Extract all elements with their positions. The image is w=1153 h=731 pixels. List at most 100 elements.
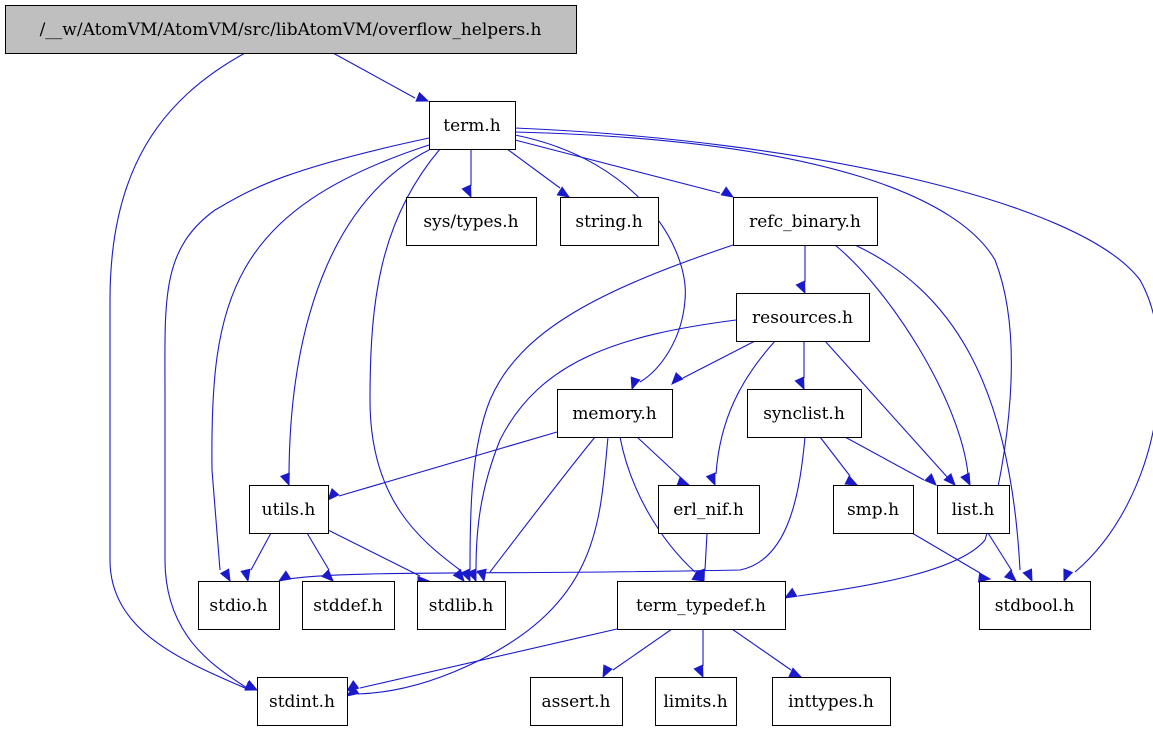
- edge-memory-to-utils: [327, 431, 558, 501]
- edge-line: [338, 431, 558, 497]
- node-label: stdbool.h: [995, 596, 1075, 616]
- node-label: stdint.h: [269, 692, 335, 712]
- edge-synclist-to-smp: [819, 436, 859, 486]
- node-label: erl_nif.h: [673, 500, 744, 520]
- arrowhead-icon: [461, 184, 472, 199]
- node-assert[interactable]: assert.h: [530, 677, 623, 726]
- arrowhead-icon: [240, 568, 251, 583]
- node-label: smp.h: [847, 500, 899, 520]
- arrowhead-icon: [345, 679, 360, 692]
- node-label: sys/types.h: [423, 212, 518, 232]
- node-smp[interactable]: smp.h: [833, 485, 914, 534]
- edge-synclist-to-list: [844, 436, 937, 486]
- include-graph: /__w/AtomVM/AtomVM/src/libAtomVM/overflo…: [5, 5, 1153, 726]
- node-label: list.h: [952, 500, 995, 520]
- node-sys-types[interactable]: sys/types.h: [406, 197, 537, 246]
- arrowhead-icon: [844, 475, 859, 486]
- edge-overflow_helpers-to-term: [332, 52, 430, 102]
- edge-line: [731, 628, 792, 671]
- node-string[interactable]: string.h: [560, 197, 659, 246]
- arrowhead-icon: [452, 568, 465, 583]
- node-list[interactable]: list.h: [937, 485, 1010, 534]
- edge-term-to-refc_binary: [514, 139, 735, 198]
- edge-line: [987, 532, 1013, 572]
- arrowhead-icon: [693, 664, 704, 679]
- edge-line: [506, 148, 561, 189]
- node-label: synclist.h: [763, 404, 845, 424]
- node-label: refc_binary.h: [749, 212, 861, 232]
- node-memory[interactable]: memory.h: [557, 389, 673, 438]
- node-label: stddef.h: [313, 596, 382, 616]
- edge-utils-to-stdio: [240, 532, 272, 583]
- edge-smp-to-stdbool: [911, 532, 992, 583]
- node-inttypes[interactable]: inttypes.h: [772, 677, 891, 726]
- arrowhead-icon: [327, 487, 340, 501]
- edge-resources-to-stdlib: [466, 319, 737, 583]
- node-label: stdlib.h: [429, 596, 494, 616]
- arrowhead-icon: [671, 371, 684, 385]
- node-label: term.h: [443, 116, 501, 136]
- node-limits[interactable]: limits.h: [655, 677, 737, 726]
- node-synclist[interactable]: synclist.h: [747, 389, 862, 438]
- edge-utils-to-stddef: [306, 532, 334, 582]
- edge-term-to-string: [506, 148, 571, 198]
- edge-term_typedef-to-assert: [602, 628, 673, 679]
- edge-term_typedef-to-inttypes: [731, 628, 803, 678]
- edge-term-to-sys_types: [461, 149, 472, 199]
- arrowhead-icon: [1063, 568, 1074, 583]
- edge-line: [682, 340, 756, 379]
- arrowhead-icon: [279, 472, 290, 487]
- node-resources[interactable]: resources.h: [736, 293, 870, 342]
- edge-refc_binary-to-list: [834, 244, 971, 487]
- edge-line: [704, 532, 708, 571]
- edge-line: [844, 436, 925, 481]
- arrowhead-icon: [602, 664, 613, 679]
- node-erl-nif[interactable]: erl_nif.h: [658, 485, 760, 534]
- edge-line: [306, 532, 330, 571]
- edge-resources-to-memory: [671, 340, 756, 385]
- arrowhead-icon: [277, 570, 292, 582]
- edge-line: [357, 436, 609, 695]
- edge-term_typedef-to-limits: [693, 629, 704, 679]
- edge-erl_nif-to-term_typedef: [695, 532, 708, 583]
- edge-line: [332, 52, 416, 99]
- arrowhead-icon: [556, 186, 571, 198]
- arrowhead-icon: [676, 476, 691, 486]
- node-label: term_typedef.h: [636, 596, 766, 616]
- edge-memory-to-erl_nif: [636, 436, 691, 486]
- node-stdio[interactable]: stdio.h: [198, 581, 280, 630]
- node-stdint[interactable]: stdint.h: [257, 677, 348, 726]
- arrowhead-icon: [630, 376, 641, 391]
- arrowhead-icon: [795, 280, 806, 295]
- edge-resources-to-synclist: [794, 341, 805, 391]
- node-label: inttypes.h: [788, 692, 874, 712]
- edge-refc_binary-to-resources: [795, 245, 806, 295]
- node-label: memory.h: [572, 404, 656, 424]
- node-stddef[interactable]: stddef.h: [302, 581, 395, 630]
- arrowhead-icon: [1003, 569, 1017, 582]
- arrowhead-icon: [783, 587, 798, 599]
- arrowhead-icon: [219, 568, 231, 583]
- arrowhead-icon: [924, 473, 937, 486]
- edge-memory-to-stdlib: [476, 436, 596, 583]
- edge-line: [327, 529, 421, 577]
- arrowhead-icon: [720, 186, 735, 198]
- node-label: resources.h: [752, 308, 853, 328]
- edge-line: [489, 436, 596, 573]
- arrowhead-icon: [476, 568, 487, 583]
- node-refc-binary[interactable]: refc_binary.h: [733, 197, 878, 246]
- edge-line: [636, 436, 681, 478]
- node-label: assert.h: [542, 692, 611, 712]
- node-stdlib[interactable]: stdlib.h: [417, 581, 506, 630]
- node-label: /__w/AtomVM/AtomVM/src/libAtomVM/overflo…: [40, 20, 542, 40]
- node-label: utils.h: [262, 500, 316, 520]
- node-term-typedef[interactable]: term_typedef.h: [617, 581, 786, 630]
- edge-line: [612, 628, 673, 671]
- node-overflow-helpers[interactable]: /__w/AtomVM/AtomVM/src/libAtomVM/overflo…: [5, 5, 577, 54]
- node-utils[interactable]: utils.h: [249, 485, 329, 534]
- node-term[interactable]: term.h: [429, 101, 516, 150]
- arrowhead-icon: [415, 91, 430, 102]
- node-label: limits.h: [663, 692, 727, 712]
- node-stdbool[interactable]: stdbool.h: [979, 581, 1091, 630]
- arrowhead-icon: [977, 572, 992, 583]
